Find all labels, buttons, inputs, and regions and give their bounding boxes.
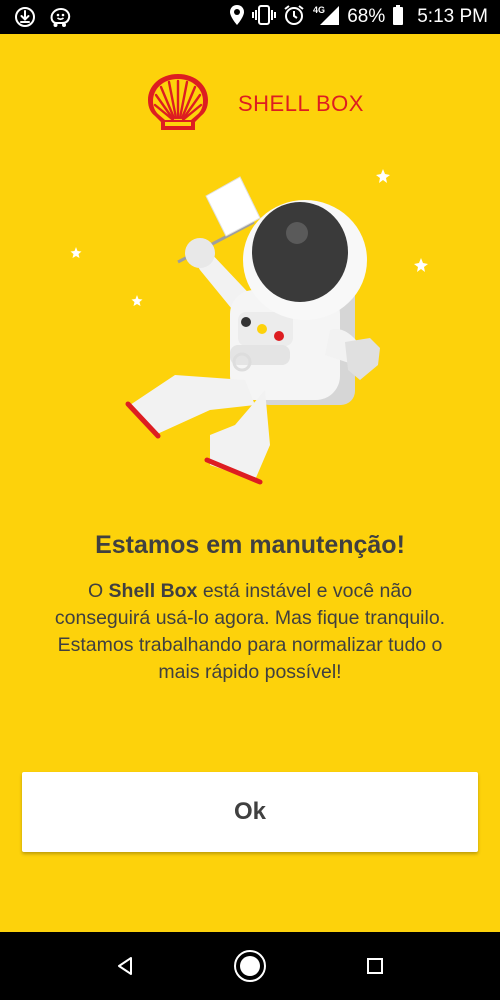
- waze-icon: [48, 6, 72, 33]
- astronaut-illustration: [60, 160, 440, 500]
- star-icon: [414, 258, 428, 272]
- navigation-bar: [0, 932, 500, 1000]
- status-bar: 4G 68% 5:13 PM: [0, 0, 500, 34]
- ok-button[interactable]: Ok: [22, 772, 478, 852]
- notification-icons: [14, 6, 72, 33]
- clock: 5:13 PM: [417, 6, 488, 27]
- brand-name: SHELL BOX: [238, 91, 364, 116]
- star-icon: [70, 247, 82, 258]
- brand-header: SHELL BOX: [145, 72, 375, 134]
- download-icon: [14, 6, 36, 33]
- app-name: Shell Box: [108, 580, 198, 602]
- home-icon[interactable]: [230, 946, 270, 986]
- recents-icon[interactable]: [355, 946, 395, 986]
- system-status-icons: 4G 68% 5:13 PM: [229, 4, 488, 30]
- star-icon: [376, 169, 390, 183]
- star-icon: [131, 295, 143, 306]
- location-icon: [229, 4, 245, 31]
- maintenance-title: Estamos em manutenção!: [95, 531, 405, 559]
- shell-logo-icon: [145, 72, 211, 132]
- back-icon[interactable]: [105, 946, 145, 986]
- battery-icon: [392, 4, 404, 31]
- signal-icon: 4G: [312, 4, 340, 31]
- maintenance-message: O Shell Box está instável e você não con…: [40, 578, 460, 686]
- message-prefix: O: [87, 580, 109, 602]
- alarm-icon: [283, 4, 305, 31]
- battery-percent: 68%: [347, 6, 386, 27]
- vibrate-icon: [252, 4, 277, 31]
- svg-text:4G: 4G: [313, 5, 325, 15]
